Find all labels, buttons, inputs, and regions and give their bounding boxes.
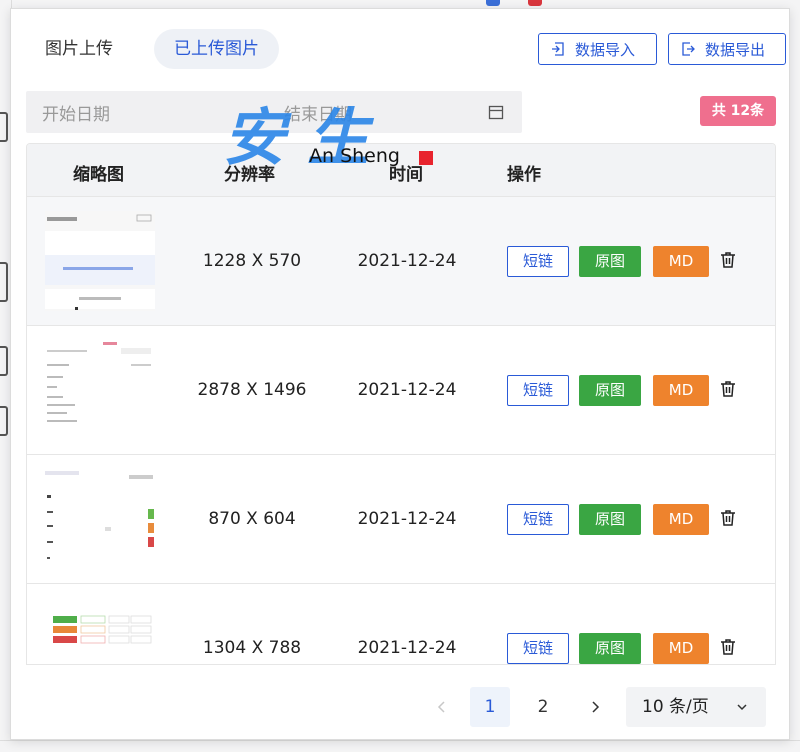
background-page-top xyxy=(0,0,800,8)
time-cell: 2021-12-24 xyxy=(357,509,457,529)
header-resolution: 分辨率 xyxy=(224,165,275,185)
page-2-button[interactable]: 2 xyxy=(523,687,563,727)
short-link-button[interactable]: 短链 xyxy=(507,504,569,535)
time-cell: 2021-12-24 xyxy=(357,380,457,400)
background-fragment xyxy=(0,262,8,302)
data-export-label: 数据导出 xyxy=(705,40,766,59)
import-icon xyxy=(552,42,564,56)
thumbnail-image[interactable] xyxy=(45,469,155,569)
thumbnail-preview xyxy=(45,211,155,311)
trash-icon[interactable] xyxy=(720,509,736,527)
table-row: 870 X 604 2021-12-24 短链 原图 MD xyxy=(27,455,775,584)
browser-extension-icon xyxy=(528,0,542,6)
resolution-cell: 1304 X 788 xyxy=(202,638,302,658)
markdown-button[interactable]: MD xyxy=(653,375,709,406)
resolution-cell: 2878 X 1496 xyxy=(197,380,307,400)
markdown-button[interactable]: MD xyxy=(653,504,709,535)
next-page-icon[interactable] xyxy=(584,687,608,727)
background-page-bottom xyxy=(0,740,800,752)
trash-icon[interactable] xyxy=(720,638,736,656)
start-date-input[interactable]: 开始日期 xyxy=(42,100,110,125)
background-fragment xyxy=(0,406,8,436)
original-image-button[interactable]: 原图 xyxy=(579,246,641,277)
table-row: 1228 X 570 2021-12-24 短链 原图 MD xyxy=(27,197,775,326)
time-cell: 2021-12-24 xyxy=(357,638,457,658)
short-link-button[interactable]: 短链 xyxy=(507,246,569,277)
trash-icon[interactable] xyxy=(720,251,736,269)
page-size-value: 10 条/页 xyxy=(642,697,709,717)
table-header: 缩略图 分辨率 时间 操作 xyxy=(27,144,775,197)
original-image-button[interactable]: 原图 xyxy=(579,633,641,664)
table-row: 2878 X 1496 2021-12-24 短链 原图 MD xyxy=(27,326,775,455)
tab-image-upload[interactable]: 图片上传 xyxy=(25,29,133,69)
resolution-cell: 870 X 604 xyxy=(208,509,296,529)
prev-page-icon[interactable] xyxy=(429,687,453,727)
thumbnail-image[interactable] xyxy=(45,340,155,440)
background-fragment xyxy=(0,112,8,142)
thumbnail-image[interactable] xyxy=(45,211,155,311)
calendar-icon xyxy=(488,105,504,120)
short-link-button[interactable]: 短链 xyxy=(507,633,569,664)
time-cell: 2021-12-24 xyxy=(357,251,457,271)
end-date-input[interactable]: 结束日期 xyxy=(284,100,352,125)
browser-extension-icon xyxy=(486,0,500,6)
tab-uploaded-images[interactable]: 已上传图片 xyxy=(154,29,279,69)
table-row: 1304 X 788 2021-12-24 短链 原图 MD xyxy=(27,584,775,664)
thumbnail-image[interactable] xyxy=(45,598,155,664)
trash-icon[interactable] xyxy=(720,380,736,398)
header-thumbnail: 缩略图 xyxy=(73,165,124,185)
export-icon xyxy=(682,42,695,56)
original-image-button[interactable]: 原图 xyxy=(579,375,641,406)
markdown-button[interactable]: MD xyxy=(653,633,709,664)
markdown-button[interactable]: MD xyxy=(653,246,709,277)
thumbnail-preview xyxy=(45,598,155,664)
chevron-down-icon xyxy=(737,704,747,711)
page-size-select[interactable]: 10 条/页 xyxy=(626,687,766,727)
background-fragment xyxy=(0,346,8,376)
page-1-button[interactable]: 1 xyxy=(470,687,510,727)
data-import-label: 数据导入 xyxy=(575,40,636,59)
original-image-button[interactable]: 原图 xyxy=(579,504,641,535)
date-range-picker[interactable]: 开始日期 结束日期 xyxy=(26,91,522,133)
uploaded-images-table: 缩略图 分辨率 时间 操作 1228 X 570 2021-12-24 短链 原… xyxy=(26,143,776,665)
header-actions: 操作 xyxy=(507,165,541,185)
resolution-cell: 1228 X 570 xyxy=(202,251,302,271)
thumbnail-preview xyxy=(45,340,155,440)
image-manager-popup: 图片上传 已上传图片 数据导入 数据导出 开始日期 结束日期 共 12条 缩略图… xyxy=(10,8,790,740)
thumbnail-preview xyxy=(45,469,155,569)
total-count-badge: 共 12条 xyxy=(700,96,776,126)
header-time: 时间 xyxy=(389,165,423,185)
data-import-button[interactable]: 数据导入 xyxy=(538,33,657,65)
short-link-button[interactable]: 短链 xyxy=(507,375,569,406)
data-export-button[interactable]: 数据导出 xyxy=(668,33,786,65)
background-page-right xyxy=(790,0,800,752)
